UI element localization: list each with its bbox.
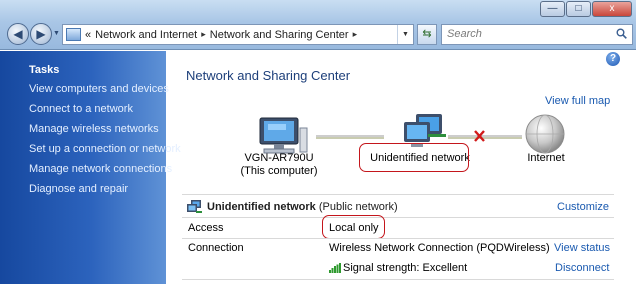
window-titlebar: — □ x ◀ ▶ ▼ « Network and Internet ▸ Net… <box>0 0 636 50</box>
network-heading-name: Unidentified network <box>207 201 316 213</box>
tasks-sidebar: Tasks View computers and devices Connect… <box>0 51 181 284</box>
minimize-button[interactable]: — <box>540 1 565 17</box>
internet-globe-icon[interactable] <box>525 114 565 154</box>
address-dropdown-button[interactable]: ▼ <box>397 25 413 44</box>
computer-icon[interactable] <box>259 117 308 154</box>
page-title: Network and Sharing Center <box>186 68 351 83</box>
close-button[interactable]: x <box>592 1 632 17</box>
section-divider <box>182 194 614 195</box>
access-value-highlight <box>322 215 385 239</box>
breadcrumb-network-and-internet[interactable]: Network and Internet <box>95 29 197 41</box>
signal-bars-icon <box>329 263 341 273</box>
maximize-button[interactable]: □ <box>566 1 591 17</box>
network-name-highlight <box>359 143 469 172</box>
refresh-button[interactable]: ⇆ <box>417 24 437 45</box>
signal-strength-value: Signal strength: Excellent <box>343 262 468 274</box>
computer-name-label: VGN-AR790U <box>244 152 314 164</box>
breadcrumb-separator-icon[interactable]: ▸ <box>353 29 358 40</box>
sidebar-item-setup-connection[interactable]: Set up a connection or network <box>29 143 181 155</box>
breadcrumb-separator-icon[interactable]: ▸ <box>201 29 206 40</box>
disconnect-link[interactable]: Disconnect <box>555 262 609 274</box>
row-divider <box>182 217 614 218</box>
internet-label: Internet <box>527 152 565 164</box>
search-icon[interactable] <box>616 28 627 39</box>
connection-label: Connection <box>188 242 244 254</box>
search-input[interactable]: Search <box>441 24 633 45</box>
network-heading-type: (Public network) <box>318 201 398 213</box>
sidebar-item-diagnose-repair[interactable]: Diagnose and repair <box>29 183 128 195</box>
help-icon[interactable]: ? <box>606 52 620 66</box>
sidebar-item-manage-connections[interactable]: Manage network connections <box>29 163 172 175</box>
row-divider <box>182 238 614 239</box>
search-placeholder: Search <box>447 28 482 40</box>
computer-sub-label: (This computer) <box>240 165 318 177</box>
network-heading: Unidentified network (Public network) <box>207 201 398 213</box>
address-bar[interactable]: « Network and Internet ▸ Network and Sha… <box>62 24 414 45</box>
access-label: Access <box>188 222 224 234</box>
network-small-icon <box>187 200 202 213</box>
sidebar-item-connect-to-network[interactable]: Connect to a network <box>29 103 133 115</box>
back-button[interactable]: ◀ <box>7 23 29 45</box>
sidebar-item-manage-wireless[interactable]: Manage wireless networks <box>29 123 159 135</box>
customize-link[interactable]: Customize <box>557 201 609 213</box>
sidebar-item-view-computers[interactable]: View computers and devices <box>29 83 169 95</box>
forward-button[interactable]: ▶ <box>30 23 52 45</box>
breadcrumb-network-and-sharing-center[interactable]: Network and Sharing Center <box>210 29 349 41</box>
row-divider <box>182 279 614 280</box>
address-overflow-chevrons[interactable]: « <box>85 29 91 41</box>
tasks-heading: Tasks <box>29 64 60 76</box>
recent-pages-dropdown[interactable]: ▼ <box>53 30 60 37</box>
view-status-link[interactable]: View status <box>554 242 610 254</box>
connection-value: Wireless Network Connection (PQDWireless… <box>329 242 550 254</box>
control-panel-icon <box>66 28 81 41</box>
